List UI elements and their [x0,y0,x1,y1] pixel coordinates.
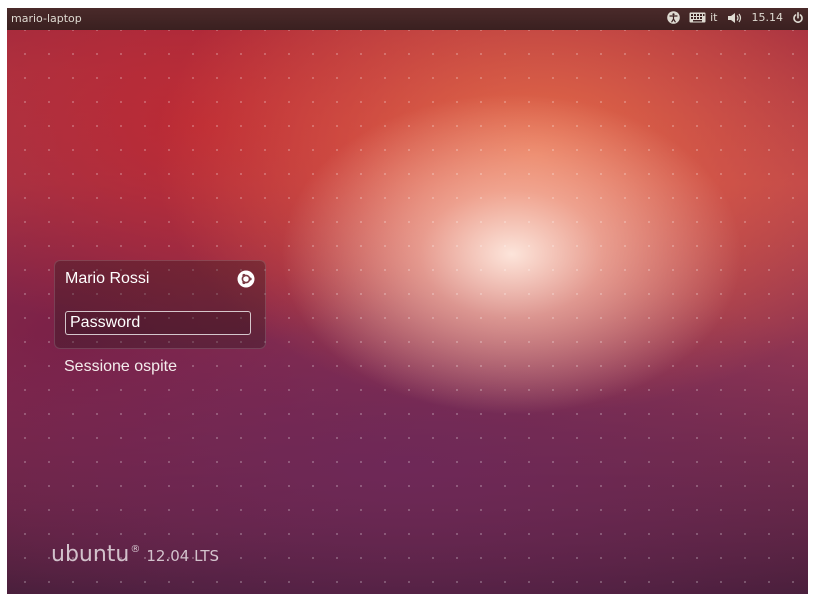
login-screen: mario-laptop it 15.14 Mario Rossi Sessio… [7,8,808,594]
keyboard-indicator[interactable]: it [689,11,718,24]
accessibility-icon[interactable] [667,11,680,24]
hostname-label: mario-laptop [11,12,82,25]
power-icon[interactable] [792,11,804,24]
keyboard-layout-label: it [710,11,718,24]
version-label: 12.04 LTS [146,547,220,565]
logo-wordmark: ubuntu [51,542,130,567]
guest-session-item[interactable]: Sessione ospite [64,358,177,376]
clock-label[interactable]: 15.14 [752,11,784,24]
user-name[interactable]: Mario Rossi [65,270,149,288]
password-input[interactable] [65,311,251,335]
ubuntu-logo: ubuntu ® 12.04 LTS [51,542,219,567]
top-panel: mario-laptop it 15.14 [7,8,808,30]
indicator-area: it 15.14 [658,11,804,24]
ubuntu-session-icon[interactable] [237,270,255,288]
login-box: Mario Rossi [54,260,266,349]
registered-mark: ® [130,544,141,555]
keyboard-icon [689,12,706,23]
speaker-icon[interactable] [727,12,743,24]
